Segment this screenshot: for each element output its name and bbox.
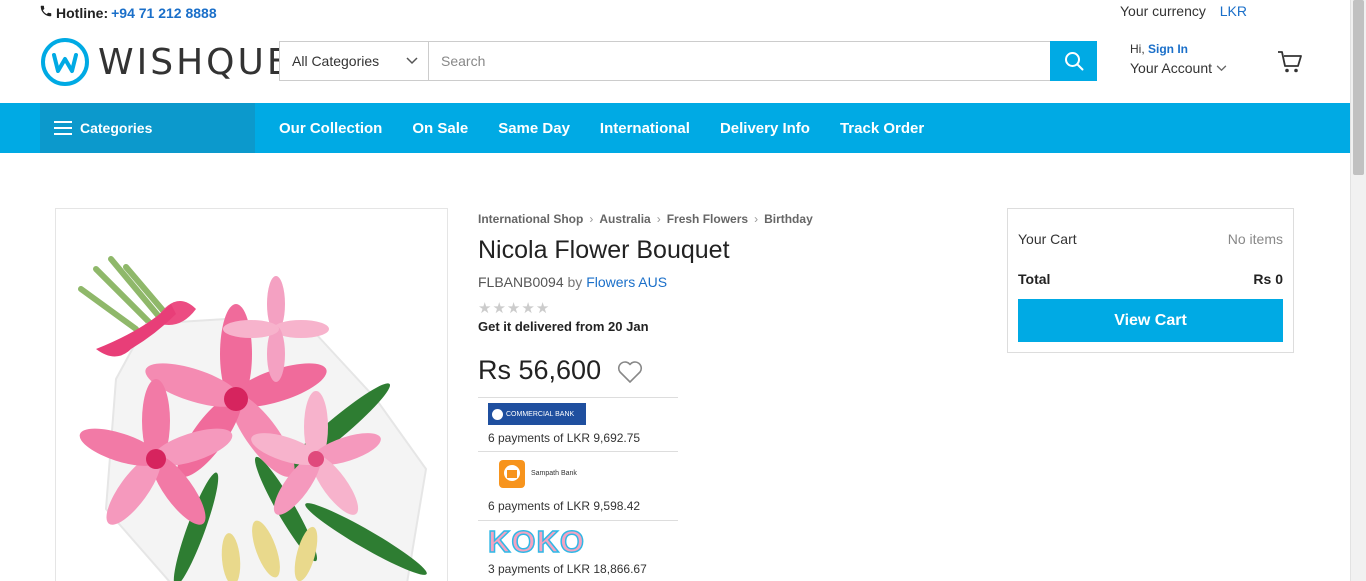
product-price: Rs 56,600 xyxy=(478,355,602,385)
nav-link-international[interactable]: International xyxy=(600,120,690,137)
logo-mark-icon xyxy=(41,38,89,86)
scrollbar-thumb[interactable] xyxy=(1353,0,1364,175)
plan-text: 6 payments of LKR 9,598.42 xyxy=(488,499,641,513)
search-button[interactable] xyxy=(1050,41,1097,81)
hotline: Hotline: +94 71 212 8888 xyxy=(39,4,217,21)
breadcrumb: International Shop › Australia › Fresh F… xyxy=(478,212,813,226)
currency-value[interactable]: LKR xyxy=(1220,3,1247,19)
by-label: by xyxy=(567,274,583,290)
plan-text: 3 payments of LKR 18,866.67 xyxy=(488,562,647,576)
star-icon: ★ xyxy=(506,300,522,317)
cart-item-count: No items xyxy=(1227,231,1283,247)
cart-total-label: Total xyxy=(1018,271,1051,287)
star-icon: ★ xyxy=(478,300,493,317)
product-image[interactable] xyxy=(55,208,448,581)
view-cart-button[interactable]: View Cart xyxy=(1018,299,1283,342)
account-label: Your Account xyxy=(1130,60,1212,76)
sign-in-link[interactable]: Sign In xyxy=(1148,42,1188,56)
star-icon: ★ xyxy=(492,300,507,317)
category-dropdown[interactable]: All Categories xyxy=(280,42,429,80)
hotline-number[interactable]: +94 71 212 8888 xyxy=(111,5,217,21)
wishlist-heart-icon[interactable] xyxy=(617,360,643,389)
lily-bouquet-illustration xyxy=(78,256,428,581)
nav-link-on-sale[interactable]: On Sale xyxy=(412,120,468,137)
koko-logo: KOKO xyxy=(487,524,585,559)
greeting-text: Hi, xyxy=(1130,42,1145,56)
seller-link[interactable]: Flowers AUS xyxy=(586,274,667,290)
nav-link-track-order[interactable]: Track Order xyxy=(840,120,924,137)
plan-koko[interactable]: KOKO 3 payments of LKR 18,866.67 xyxy=(478,520,678,580)
page-scrollbar[interactable] xyxy=(1350,0,1366,581)
sampath-bank-logo: Sampath Bank xyxy=(498,459,678,489)
rating-stars: ★★★★★ xyxy=(478,299,550,317)
currency-label: Your currency xyxy=(1120,3,1206,19)
commercial-bank-logo: COMMERCIAL BANK xyxy=(488,403,586,425)
search-icon xyxy=(1064,52,1083,71)
currency-switcher: Your currency LKR xyxy=(1120,3,1247,19)
main-nav: Categories Our Collection On Sale Same D… xyxy=(0,103,1350,153)
chevron-right-icon: › xyxy=(656,212,661,226)
breadcrumb-item[interactable]: Birthday xyxy=(764,212,813,226)
star-icon: ★ xyxy=(521,300,536,317)
phone-icon xyxy=(39,4,53,21)
plan-commercial-bank[interactable]: COMMERCIAL BANK 6 payments of LKR 9,692.… xyxy=(478,397,678,451)
product-sku-line: FLBANB0094 by Flowers AUS xyxy=(478,274,667,290)
search-input[interactable] xyxy=(429,42,1050,80)
sampath-bank-emblem-icon xyxy=(499,460,525,488)
product-title: Nicola Flower Bouquet xyxy=(478,236,730,264)
search-bar: All Categories xyxy=(279,41,1097,81)
breadcrumb-item[interactable]: International Shop xyxy=(478,212,583,226)
categories-label: Categories xyxy=(80,120,153,136)
chevron-right-icon: › xyxy=(589,212,594,226)
nav-links: Our Collection On Sale Same Day Internat… xyxy=(279,103,954,153)
category-dropdown-value: All Categories xyxy=(292,53,380,69)
chevron-right-icon: › xyxy=(754,212,759,226)
plan-text: 6 payments of LKR 9,692.75 xyxy=(488,431,641,445)
nav-link-same-day[interactable]: Same Day xyxy=(498,120,570,137)
account-menu[interactable]: Hi, Sign In Your Account xyxy=(1130,42,1227,76)
chevron-down-icon xyxy=(1216,64,1227,71)
chevron-down-icon xyxy=(406,57,418,65)
breadcrumb-item[interactable]: Fresh Flowers xyxy=(667,212,748,226)
delivery-info: Get it delivered from 20 Jan xyxy=(478,319,649,334)
commercial-bank-mark-icon xyxy=(492,408,503,420)
star-icon: ★ xyxy=(535,300,551,317)
cart-icon[interactable] xyxy=(1277,50,1303,79)
nav-link-our-collection[interactable]: Our Collection xyxy=(279,120,382,137)
cart-total-value: Rs 0 xyxy=(1253,271,1283,287)
product-sku: FLBANB0094 xyxy=(478,274,564,290)
logo-text: WISHQUE xyxy=(98,41,293,83)
breadcrumb-item[interactable]: Australia xyxy=(599,212,650,226)
categories-menu-button[interactable]: Categories xyxy=(40,103,255,153)
cart-title: Your Cart xyxy=(1018,231,1077,247)
hamburger-icon xyxy=(54,121,72,135)
cart-summary: Your Cart No items Total Rs 0 View Cart xyxy=(1007,208,1294,353)
installment-plans: COMMERCIAL BANK 6 payments of LKR 9,692.… xyxy=(478,397,678,580)
hotline-label: Hotline: xyxy=(56,4,109,21)
wishque-logo[interactable]: WISHQUE xyxy=(40,37,293,87)
commercial-bank-name: COMMERCIAL BANK xyxy=(506,410,575,418)
plan-sampath-bank[interactable]: Sampath Bank 6 payments of LKR 9,598.42 xyxy=(478,451,678,520)
sampath-bank-name: Sampath Bank xyxy=(531,470,577,477)
nav-link-delivery-info[interactable]: Delivery Info xyxy=(720,120,810,137)
